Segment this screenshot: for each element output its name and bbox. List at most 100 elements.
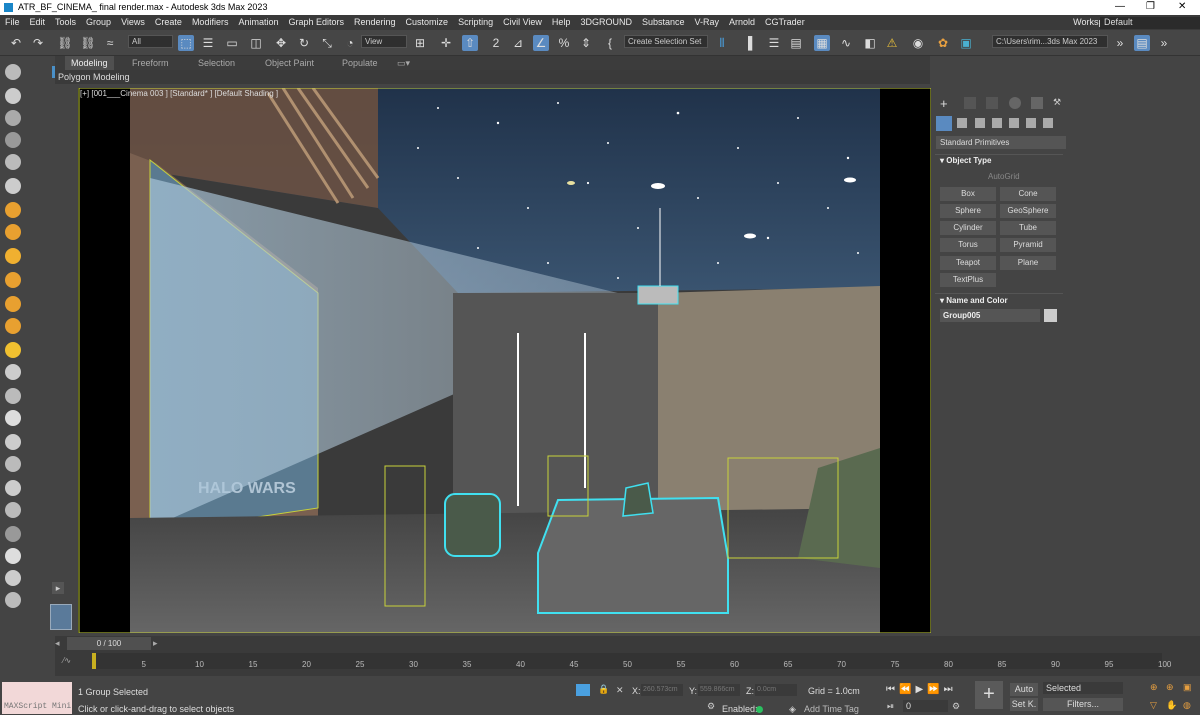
tool-sun-light-icon[interactable] — [5, 342, 21, 358]
cylinder-button[interactable]: Cylinder — [940, 221, 996, 235]
move-icon[interactable]: ✥ — [273, 35, 289, 51]
menu-modifiers[interactable]: Modifiers — [187, 15, 234, 27]
window-crossing-icon[interactable]: ◫ — [248, 35, 264, 51]
tool-spacewarp-icon[interactable] — [5, 178, 21, 194]
redo-icon[interactable]: ↷ — [30, 35, 46, 51]
rotate-icon[interactable]: ↻ — [296, 35, 312, 51]
place-icon[interactable]: ◔ — [342, 35, 358, 51]
layer-explorer-icon[interactable]: ▤ — [788, 35, 804, 51]
menu-views[interactable]: Views — [116, 15, 150, 27]
menu-file[interactable]: File — [0, 15, 25, 27]
rendered-frame-window-icon[interactable]: ▣ — [958, 35, 974, 51]
curve-editor-icon[interactable]: ∿ — [838, 35, 854, 51]
link-icon[interactable]: ⛓ — [57, 35, 73, 51]
align-icon[interactable]: ▐ — [740, 35, 756, 51]
restore-icon[interactable]: ❐ — [1146, 1, 1155, 12]
scale-icon[interactable]: ⤡ — [319, 35, 335, 51]
maxscript-listener[interactable]: MAXScript Mini — [2, 682, 72, 714]
reference-coordinate-dropdown[interactable]: View — [361, 35, 407, 48]
spinner-snap-icon[interactable]: % — [556, 35, 572, 51]
close-icon[interactable]: ✕ — [1178, 1, 1186, 12]
minimize-icon[interactable]: — — [1115, 1, 1125, 12]
tool-particles-icon[interactable] — [5, 548, 21, 564]
select-manipulate-icon[interactable]: ✛ — [438, 35, 454, 51]
tool-spot-icon[interactable] — [5, 296, 21, 312]
go-to-start-icon[interactable]: ⏮ — [886, 684, 899, 695]
tool-helper-icon[interactable] — [5, 154, 21, 170]
keyboard-shortcut-override-icon[interactable]: ⇧ — [462, 35, 478, 51]
more-chevron-icon[interactable]: » — [1156, 35, 1172, 51]
enabled-indicator-icon[interactable] — [756, 706, 763, 713]
tool-geometry-icon[interactable] — [5, 88, 21, 104]
tab-modeling[interactable]: Modeling — [65, 56, 114, 70]
menu-edit[interactable]: Edit — [25, 15, 51, 27]
menu-animation[interactable]: Animation — [233, 15, 283, 27]
tool-dome-icon[interactable] — [5, 224, 21, 240]
tab-populate[interactable]: Populate — [342, 58, 378, 68]
zoom-all-icon[interactable]: ⊕ — [1166, 682, 1174, 693]
tool-export-icon[interactable] — [5, 592, 21, 608]
selection-filter-dropdown[interactable]: All — [128, 35, 173, 48]
tool-plant-icon[interactable] — [5, 480, 21, 496]
time-slider[interactable]: 0 / 100 — [67, 637, 151, 650]
snaps-toggle-icon[interactable]: 2 — [488, 35, 504, 51]
object-color-swatch[interactable] — [1044, 309, 1057, 322]
tab-selection[interactable]: Selection — [198, 58, 235, 68]
menu-scripting[interactable]: Scripting — [453, 15, 498, 27]
tool-terrain-icon[interactable] — [5, 434, 21, 450]
object-type-rollout[interactable]: ▾ Object Type — [940, 156, 991, 165]
display-tab-icon[interactable] — [1031, 97, 1043, 109]
time-configuration-icon[interactable]: ⚙ — [952, 701, 960, 712]
z-coordinate-field[interactable]: 0.0cm — [755, 684, 797, 696]
autogrid-checkbox[interactable]: AutoGrid — [988, 172, 1020, 181]
key-filter-dropdown[interactable]: Selected — [1043, 682, 1123, 694]
undo-icon[interactable]: ↶ — [8, 35, 24, 51]
menu-rendering[interactable]: Rendering — [349, 15, 401, 27]
y-coordinate-field[interactable]: 559.866cm — [698, 684, 740, 696]
viewport[interactable]: [+] [001___Cinema 003 ] [Standard* ] [De… — [78, 88, 931, 633]
set-key-icon[interactable]: + — [975, 681, 1003, 709]
ribbon-toggle-icon[interactable]: ▦ — [814, 35, 830, 51]
warning-icon[interactable]: ⚠ — [884, 35, 900, 51]
cameras-icon[interactable] — [992, 118, 1002, 128]
polygon-modeling-label[interactable]: Polygon Modeling — [58, 72, 130, 82]
tool-camera-icon[interactable] — [5, 110, 21, 126]
menu-civil-view[interactable]: Civil View — [498, 15, 547, 27]
tab-object-paint[interactable]: Object Paint — [265, 58, 314, 68]
key-mode-icon[interactable]: ⏯ — [887, 701, 894, 712]
adaptive-degradation-icon[interactable]: ⚙ — [707, 701, 715, 712]
viewport-label[interactable]: [+] [001___Cinema 003 ] [Standard* ] [De… — [80, 89, 278, 98]
selection-lock-icon[interactable]: 🔒 — [598, 684, 609, 695]
tool-scatter-icon[interactable] — [5, 456, 21, 472]
menu-graph-editors[interactable]: Graph Editors — [283, 15, 349, 27]
next-frame-icon[interactable]: ⏩ — [927, 684, 943, 695]
ribbon-options-icon[interactable]: ▭▾ — [397, 58, 410, 69]
current-frame-marker[interactable] — [92, 653, 96, 669]
geosphere-button[interactable]: GeoSphere — [1000, 204, 1056, 218]
tool-sun-icon[interactable] — [5, 248, 21, 264]
select-object-icon[interactable]: ⬚ — [178, 35, 194, 51]
save-icon[interactable]: ▤ — [1134, 35, 1150, 51]
tool-gear-icon[interactable] — [5, 272, 21, 288]
menu-vray[interactable]: V-Ray — [689, 15, 724, 27]
project-path-dropdown[interactable]: C:\Users\rim...3ds Max 2023 — [992, 35, 1108, 48]
unlink-icon[interactable]: ⛓ — [80, 35, 96, 51]
current-frame-field[interactable]: 0 — [903, 700, 948, 712]
expand-icon[interactable]: ▸ — [52, 582, 64, 594]
mirror-icon[interactable]: ⫴ — [714, 35, 730, 51]
schematic-view-icon[interactable]: ◧ — [862, 35, 878, 51]
absolute-mode-icon[interactable]: ✕ — [616, 685, 624, 696]
zoom-extents-icon[interactable]: ▣ — [1183, 682, 1192, 693]
named-selection-icon[interactable]: { — [602, 35, 618, 51]
go-to-end-icon[interactable]: ⏭ — [944, 684, 957, 695]
angle-snap-icon[interactable]: ⊿ — [510, 35, 526, 51]
sphere-button[interactable]: Sphere — [940, 204, 996, 218]
tool-leaf-icon[interactable] — [5, 410, 21, 426]
torus-button[interactable]: Torus — [940, 238, 996, 252]
tool-light-icon[interactable] — [5, 132, 21, 148]
object-name-input[interactable]: Group005 — [940, 309, 1040, 322]
menu-cgtrader[interactable]: CGTrader — [760, 15, 810, 27]
menu-create[interactable]: Create — [150, 15, 187, 27]
rectangular-selection-icon[interactable]: ▭ — [224, 35, 240, 51]
tool-material-sphere-icon[interactable] — [5, 526, 21, 542]
